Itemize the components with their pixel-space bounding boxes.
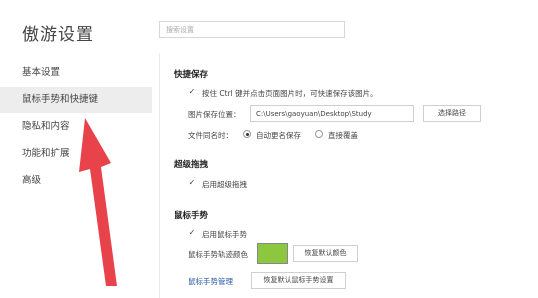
- red-arrow-icon: [79, 118, 117, 286]
